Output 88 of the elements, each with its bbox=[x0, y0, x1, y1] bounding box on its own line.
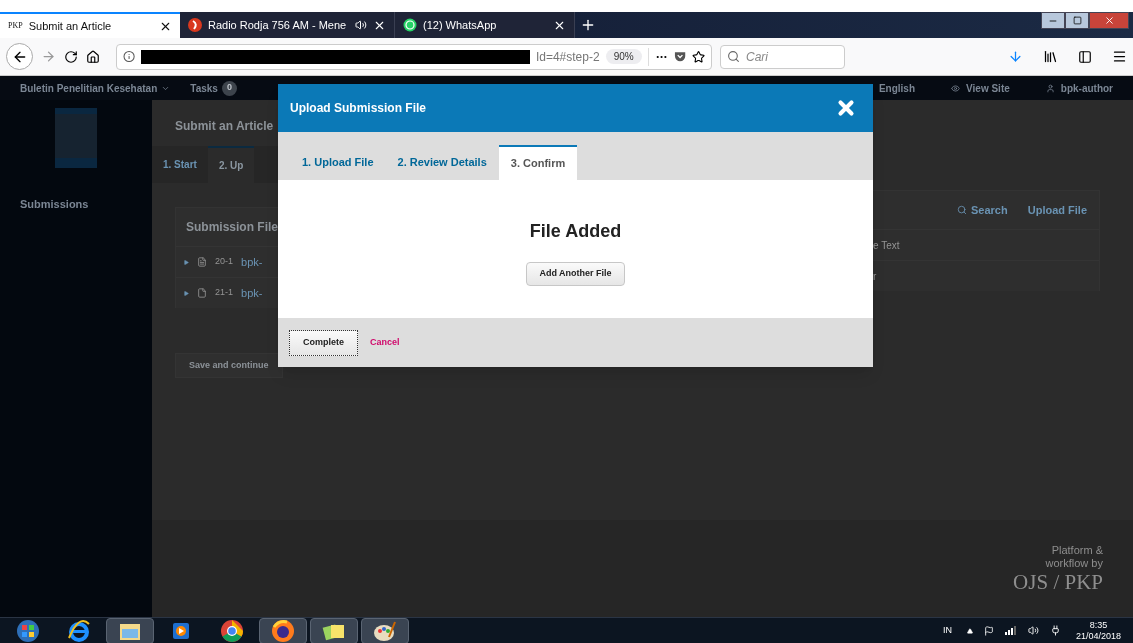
palette-icon[interactable] bbox=[373, 619, 397, 642]
radio-logo-icon bbox=[188, 18, 202, 32]
add-file-button[interactable]: Add Another File bbox=[526, 262, 625, 286]
flag-icon[interactable] bbox=[983, 625, 994, 636]
step-tab[interactable]: 1. Start bbox=[152, 146, 208, 183]
complete-button[interactable]: Complete bbox=[289, 329, 358, 356]
home-icon[interactable] bbox=[86, 49, 100, 64]
tab-title: Submit an Article bbox=[28, 18, 113, 34]
reload-icon[interactable] bbox=[64, 49, 78, 64]
file-id: 21-1 bbox=[215, 286, 233, 300]
cancel-link[interactable]: Cancel bbox=[370, 335, 400, 350]
journal-menu[interactable]: Buletin Penelitian Kesehatan bbox=[20, 80, 171, 96]
close-icon bbox=[1103, 15, 1115, 26]
table-cell-text: r bbox=[873, 269, 877, 284]
taskbar-button[interactable] bbox=[310, 617, 358, 643]
info-icon[interactable] bbox=[123, 50, 136, 63]
upload-link[interactable]: Upload File bbox=[1027, 201, 1087, 219]
speaker-icon[interactable] bbox=[1027, 625, 1039, 636]
footer-text: workflow by bbox=[1045, 556, 1103, 570]
sidebar-icon[interactable] bbox=[1078, 49, 1092, 64]
favicon-text: PKP bbox=[8, 20, 23, 32]
maximize-button[interactable] bbox=[1065, 12, 1089, 29]
chat-bubble-icon bbox=[403, 18, 417, 32]
zoom-badge[interactable]: 90% bbox=[605, 49, 642, 64]
library-icon[interactable] bbox=[1043, 49, 1058, 64]
dialog-heading: File Added bbox=[529, 220, 622, 243]
table-cell-text: e Text bbox=[873, 238, 900, 253]
start-orb-icon[interactable] bbox=[14, 618, 42, 643]
expand-icon[interactable] bbox=[184, 259, 189, 265]
close-button[interactable] bbox=[835, 97, 857, 119]
browser-e-icon[interactable] bbox=[67, 619, 91, 642]
file-id: 20-1 bbox=[215, 255, 233, 269]
clock-time[interactable]: 8:35 bbox=[1089, 619, 1108, 631]
menu-icon[interactable] bbox=[1112, 49, 1127, 64]
taskbar-button[interactable] bbox=[361, 617, 409, 643]
panel-title: Submission File bbox=[185, 219, 278, 236]
fox-globe-icon[interactable] bbox=[271, 618, 295, 643]
document-icon bbox=[197, 257, 207, 267]
tricolor-circle-icon[interactable] bbox=[220, 618, 244, 643]
address-field[interactable]: Id=4#step-2 90% bbox=[116, 43, 712, 70]
top-nav-link[interactable]: View Site bbox=[951, 80, 1010, 96]
top-nav-link[interactable]: bpk-author bbox=[1045, 80, 1113, 96]
footer-text: Platform & bbox=[1051, 543, 1103, 557]
speaker-icon[interactable] bbox=[355, 19, 367, 31]
user-icon bbox=[1045, 83, 1055, 93]
file-link[interactable]: bpk- bbox=[241, 253, 263, 271]
file-link[interactable]: bpk- bbox=[241, 284, 263, 302]
search-link[interactable]: Search bbox=[957, 201, 1008, 219]
new-tab-icon[interactable] bbox=[580, 17, 596, 33]
browser-tab[interactable]: Radio Rodja 756 AM - Mene bbox=[180, 12, 395, 38]
dialog-tab[interactable]: 1. Upload File bbox=[290, 145, 386, 180]
journal-cover bbox=[55, 108, 97, 168]
search-icon bbox=[957, 205, 967, 215]
back-button[interactable] bbox=[6, 43, 33, 70]
tab-title: Radio Rodja 756 AM - Mene bbox=[208, 17, 348, 33]
footer-logo: OJS / PKP bbox=[1013, 569, 1103, 594]
expand-icon[interactable] bbox=[184, 290, 189, 296]
save-button[interactable]: Save and continue bbox=[175, 353, 283, 378]
forward-icon[interactable] bbox=[41, 49, 56, 64]
file-icon bbox=[197, 288, 207, 298]
bookmark-star-icon[interactable] bbox=[691, 49, 705, 64]
dialog-tab[interactable]: 2. Review Details bbox=[385, 145, 499, 180]
sidebar-item[interactable]: Submissions bbox=[20, 196, 89, 213]
page-title: Submit an Article bbox=[175, 118, 275, 135]
language-indicator[interactable]: IN bbox=[942, 623, 952, 638]
power-icon[interactable] bbox=[1049, 625, 1061, 636]
signal-icon[interactable] bbox=[1004, 626, 1017, 635]
clock-date[interactable]: 21/04/2018 bbox=[1075, 630, 1121, 642]
taskbar-button[interactable] bbox=[259, 617, 307, 643]
tab-title: (12) WhatsApp bbox=[423, 17, 498, 33]
search-field[interactable]: Cari bbox=[720, 44, 845, 69]
browser-tab[interactable]: (12) WhatsApp bbox=[395, 12, 575, 38]
download-icon[interactable] bbox=[1008, 49, 1023, 64]
search-icon bbox=[727, 50, 740, 63]
minimize-button[interactable] bbox=[1041, 12, 1065, 29]
tasks-link[interactable]: Tasks bbox=[190, 80, 218, 96]
taskbar-button[interactable] bbox=[106, 617, 154, 643]
eye-icon bbox=[951, 83, 961, 93]
step-tab[interactable]: 2. Up bbox=[207, 146, 255, 183]
play-icon[interactable] bbox=[172, 620, 190, 641]
dialog-title: Upload Submission File bbox=[290, 100, 426, 117]
tasks-count: 0 bbox=[221, 80, 237, 96]
browser-tab[interactable]: PKP Submit an Article bbox=[0, 12, 180, 38]
maximize-icon bbox=[1072, 16, 1082, 25]
show-hidden-icon[interactable] bbox=[966, 627, 973, 634]
dialog-tab[interactable]: 3. Confirm bbox=[498, 145, 578, 180]
pocket-icon[interactable] bbox=[673, 50, 686, 63]
url-text: Id=4#step-2 bbox=[535, 48, 600, 66]
